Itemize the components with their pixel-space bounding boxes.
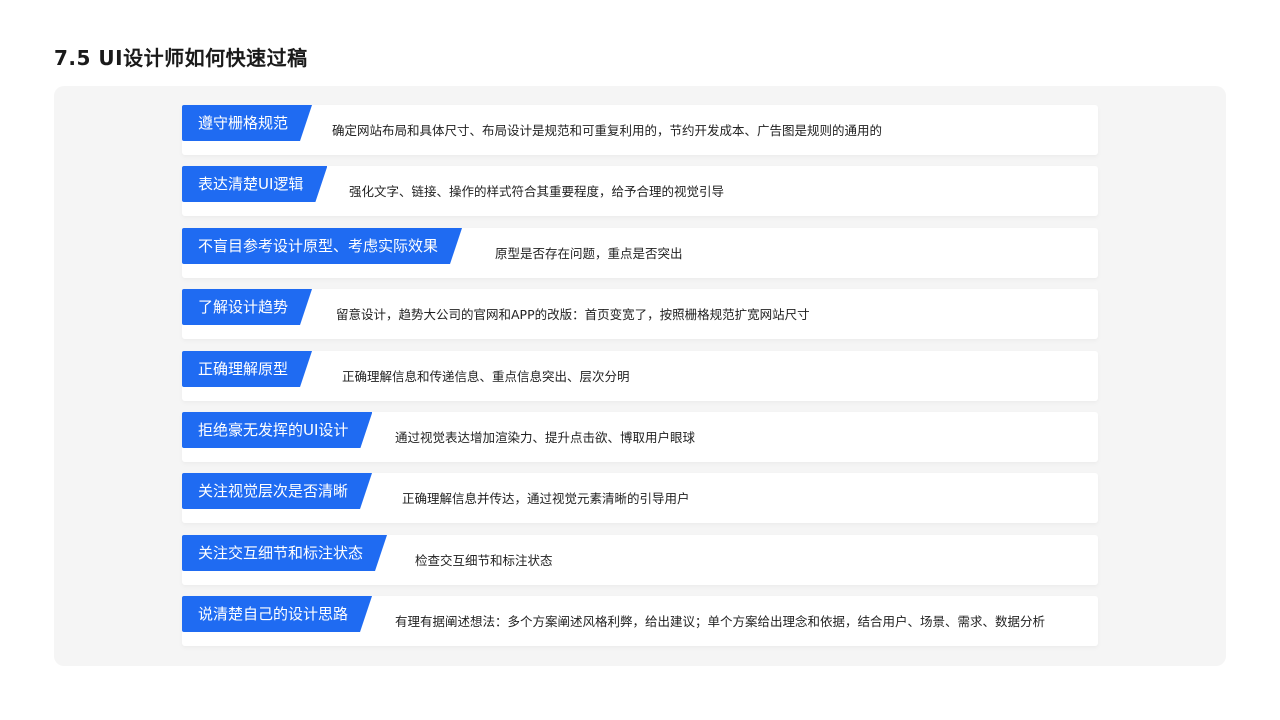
list-item: 关注交互细节和标注状态 检查交互细节和标注状态 — [182, 535, 1098, 585]
item-tag: 表达清楚UI逻辑 — [182, 166, 327, 202]
list-item: 说清楚自己的设计思路 有理有据阐述想法：多个方案阐述风格利弊，给出建议；单个方案… — [182, 596, 1098, 646]
item-tag: 不盲目参考设计原型、考虑实际效果 — [182, 228, 462, 264]
item-tag: 关注视觉层次是否清晰 — [182, 473, 372, 509]
item-tag: 遵守栅格规范 — [182, 105, 312, 141]
item-description: 正确理解信息和传递信息、重点信息突出、层次分明 — [342, 369, 630, 384]
page-title: 7.5 UI设计师如何快速过稿 — [54, 46, 308, 70]
item-description: 留意设计，趋势大公司的官网和APP的改版：首页变宽了，按照栅格规范扩宽网站尺寸 — [336, 307, 810, 322]
list-item: 遵守栅格规范 确定网站布局和具体尺寸、布局设计是规范和可重复利用的，节约开发成本… — [182, 105, 1098, 155]
list-item: 关注视觉层次是否清晰 正确理解信息并传达，通过视觉元素清晰的引导用户 — [182, 473, 1098, 523]
item-description: 有理有据阐述想法：多个方案阐述风格利弊，给出建议；单个方案给出理念和依据，结合用… — [395, 614, 1046, 629]
item-tag: 了解设计趋势 — [182, 289, 312, 325]
item-description: 通过视觉表达增加渲染力、提升点击欲、博取用户眼球 — [395, 430, 696, 445]
item-tag: 正确理解原型 — [182, 351, 312, 387]
item-description: 检查交互细节和标注状态 — [415, 553, 553, 568]
item-tag: 拒绝豪无发挥的UI设计 — [182, 412, 372, 448]
list-item: 了解设计趋势 留意设计，趋势大公司的官网和APP的改版：首页变宽了，按照栅格规范… — [182, 289, 1098, 339]
item-tag: 关注交互细节和标注状态 — [182, 535, 387, 571]
list-item: 表达清楚UI逻辑 强化文字、链接、操作的样式符合其重要程度，给予合理的视觉引导 — [182, 166, 1098, 216]
item-description: 确定网站布局和具体尺寸、布局设计是规范和可重复利用的，节约开发成本、广告图是规则… — [332, 123, 883, 138]
list-item: 拒绝豪无发挥的UI设计 通过视觉表达增加渲染力、提升点击欲、博取用户眼球 — [182, 412, 1098, 462]
list-item: 正确理解原型 正确理解信息和传递信息、重点信息突出、层次分明 — [182, 351, 1098, 401]
list-item: 不盲目参考设计原型、考虑实际效果 原型是否存在问题，重点是否突出 — [182, 228, 1098, 278]
item-description: 原型是否存在问题，重点是否突出 — [495, 246, 683, 261]
slide: 7.5 UI设计师如何快速过稿 遵守栅格规范 确定网站布局和具体尺寸、布局设计是… — [0, 0, 1280, 720]
item-description: 正确理解信息并传达，通过视觉元素清晰的引导用户 — [402, 491, 690, 506]
item-tag: 说清楚自己的设计思路 — [182, 596, 372, 632]
item-description: 强化文字、链接、操作的样式符合其重要程度，给予合理的视觉引导 — [349, 184, 725, 199]
